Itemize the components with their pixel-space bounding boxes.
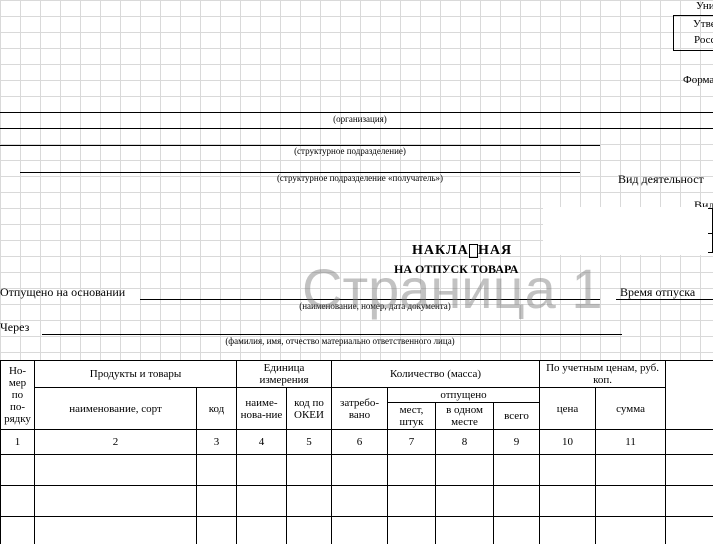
org-line[interactable] xyxy=(0,112,713,113)
colnum-6: 6 xyxy=(332,430,388,455)
table-cell[interactable] xyxy=(596,455,666,486)
th-requested: затребо-вано xyxy=(332,388,388,430)
activity-label: Вид деятельност xyxy=(618,172,704,187)
colnum-3: 3 xyxy=(197,430,237,455)
table-cell[interactable] xyxy=(35,517,197,544)
main-table: Но-мер по по-рядку Продукты и товары Еди… xyxy=(0,360,713,544)
th-total: всего xyxy=(494,403,540,430)
title-sub: НА ОТПУСК ТОВАРА xyxy=(394,262,518,277)
table-cell[interactable] xyxy=(287,486,332,517)
table-cell[interactable] xyxy=(596,517,666,544)
table-cell[interactable] xyxy=(494,517,540,544)
th-edge xyxy=(666,361,713,430)
released-on-label: Отпущено на основании xyxy=(0,285,125,300)
table-cell[interactable] xyxy=(494,486,540,517)
table-cell[interactable] xyxy=(287,455,332,486)
text-cursor xyxy=(469,244,478,258)
colnum-2: 2 xyxy=(35,430,197,455)
table-cell[interactable] xyxy=(540,517,596,544)
title-right: НАЯ xyxy=(478,243,512,259)
table-cell[interactable] xyxy=(540,455,596,486)
table-cell[interactable] xyxy=(332,517,388,544)
org-caption: (организация) xyxy=(300,114,420,124)
th-okei: код по ОКЕИ xyxy=(287,388,332,430)
table-cell[interactable] xyxy=(596,486,666,517)
table-cell[interactable] xyxy=(388,455,436,486)
corner-frag-3: Росс xyxy=(694,34,713,46)
table-cell[interactable] xyxy=(237,455,287,486)
table-cell[interactable] xyxy=(494,455,540,486)
th-in-one: в одном месте xyxy=(436,403,494,430)
table-cell[interactable] xyxy=(35,486,197,517)
table-cell[interactable] xyxy=(388,517,436,544)
colnum-7: 7 xyxy=(388,430,436,455)
table-cell[interactable] xyxy=(436,517,494,544)
colnum-11: 11 xyxy=(596,430,666,455)
table-cell[interactable] xyxy=(197,517,237,544)
colnum-1: 1 xyxy=(1,430,35,455)
th-no: Но-мер по по-рядку xyxy=(1,361,35,430)
th-products: Продукты и товары xyxy=(35,361,237,388)
th-qty: Количество (масса) xyxy=(332,361,540,388)
corner-frag-4: Форма xyxy=(683,74,713,86)
org-line-2 xyxy=(0,128,713,129)
title-left: НАКЛА xyxy=(412,243,469,259)
colnum-5: 5 xyxy=(287,430,332,455)
th-price-group: По учетным ценам, руб. коп. xyxy=(540,361,666,388)
subdiv-caption: (структурное подразделение) xyxy=(250,146,450,156)
th-unit: Единица измерения xyxy=(237,361,332,388)
table-cell[interactable] xyxy=(332,455,388,486)
release-time-label: Время отпуска xyxy=(620,285,695,300)
corner-box-bottom xyxy=(673,50,713,51)
table-cell[interactable] xyxy=(666,486,713,517)
table-cell[interactable] xyxy=(666,517,713,544)
th-sum: сумма xyxy=(596,388,666,430)
colnum-9: 9 xyxy=(494,430,540,455)
colnum-8: 8 xyxy=(436,430,494,455)
th-released: отпущено xyxy=(388,388,540,403)
table-cell[interactable] xyxy=(1,517,35,544)
table-cell[interactable] xyxy=(197,486,237,517)
colnum-10: 10 xyxy=(540,430,596,455)
recipient-caption: (структурное подразделение «получатель») xyxy=(230,173,490,183)
released-on-line[interactable] xyxy=(140,299,600,300)
table-cell[interactable] xyxy=(666,455,713,486)
document-sheet: Уни Утве Росс Форма (организация) (струк… xyxy=(0,0,713,544)
through-label: Через xyxy=(0,320,29,335)
colnum-edge xyxy=(666,430,713,455)
corner-frag-1: Уни xyxy=(696,0,713,12)
corner-box-top xyxy=(673,15,713,16)
table-cell[interactable] xyxy=(388,486,436,517)
release-time-line[interactable] xyxy=(616,299,713,300)
table-cell[interactable] xyxy=(287,517,332,544)
corner-frag-2: Утве xyxy=(693,18,713,30)
th-name-sort: наименование, сорт xyxy=(35,388,197,430)
table-cell[interactable] xyxy=(197,455,237,486)
corner-box-side xyxy=(673,15,674,50)
colnum-4: 4 xyxy=(237,430,287,455)
through-line[interactable] xyxy=(42,334,622,335)
table-cell[interactable] xyxy=(332,486,388,517)
th-price: цена xyxy=(540,388,596,430)
th-code: код xyxy=(197,388,237,430)
table-cell[interactable] xyxy=(237,517,287,544)
table-cell[interactable] xyxy=(237,486,287,517)
table-cell[interactable] xyxy=(1,455,35,486)
table-cell[interactable] xyxy=(1,486,35,517)
table-cell[interactable] xyxy=(436,486,494,517)
through-caption: (фамилия, имя, отчество материально отве… xyxy=(160,336,520,346)
th-places: мест, штук xyxy=(388,403,436,430)
table-cell[interactable] xyxy=(540,486,596,517)
basis-caption: (наименование, номер, дата документа) xyxy=(250,301,500,311)
table-cell[interactable] xyxy=(35,455,197,486)
th-unit-name: наиме-нова-ние xyxy=(237,388,287,430)
table-cell[interactable] xyxy=(436,455,494,486)
